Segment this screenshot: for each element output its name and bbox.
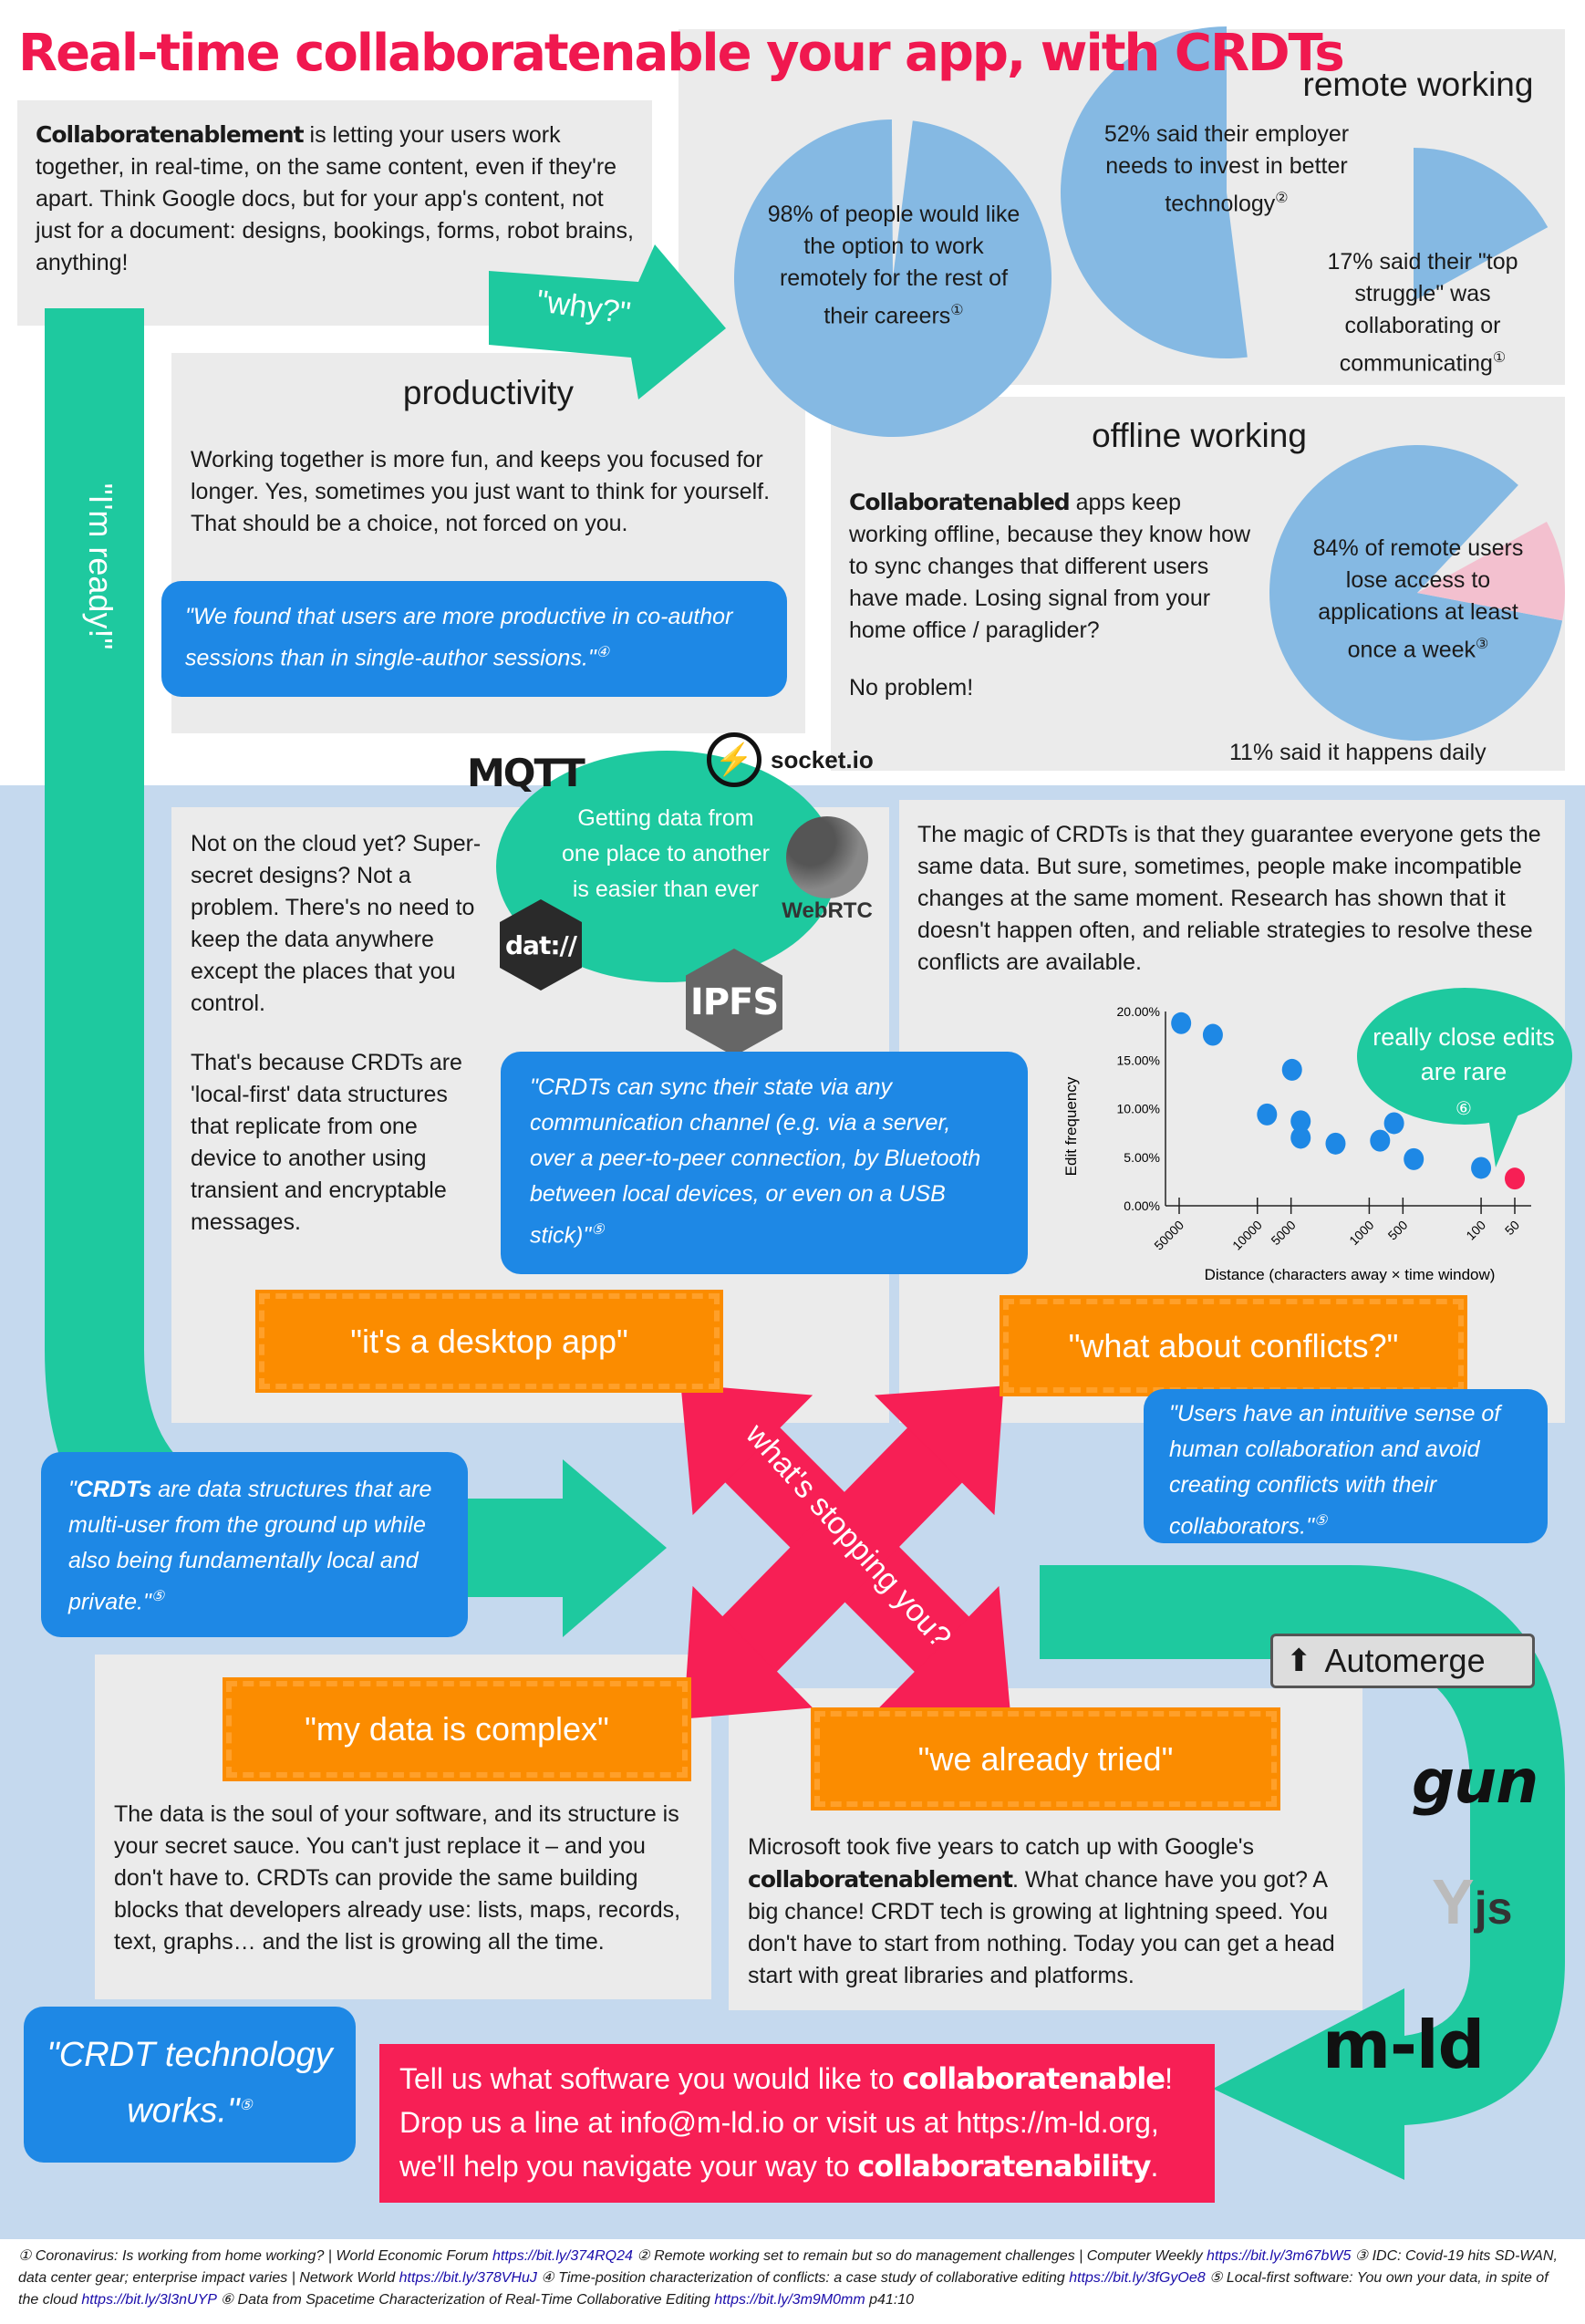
x-tick-label: 5000 [1268, 1218, 1298, 1248]
email-link[interactable]: info@m-ld.io [620, 2106, 784, 2139]
footnote: ④ Time-position characterization of conf… [541, 2270, 1206, 2286]
y-tick-label: 15.00% [1117, 1053, 1160, 1067]
footnote-link[interactable]: https://bit.ly/378VHuJ [399, 2270, 537, 2286]
stat-11: 11% said it happens daily [1229, 740, 1487, 765]
y-tick-label: 0.00% [1124, 1198, 1160, 1213]
footnote-link[interactable]: https://bit.ly/3m67bW5 [1207, 2248, 1351, 2264]
cloud-text-2: That's because CRDTs are 'local-first' d… [191, 1050, 462, 1235]
stat-17: 17% said their "top struggle" was collab… [1327, 249, 1518, 377]
y-tick-label: 20.00% [1117, 1004, 1160, 1019]
y-tick-label: 10.00% [1117, 1102, 1160, 1116]
automerge-icon: ⬆ [1286, 1644, 1312, 1678]
cloud-text-1: Not on the cloud yet? Super-secret desig… [191, 831, 482, 1016]
footnote: ② Remote working set to remain but so do… [637, 2248, 1352, 2264]
x-tick-label: 10000 [1229, 1218, 1265, 1253]
stat-98: 98% of people would like the option to w… [767, 202, 1020, 329]
y-axis-label: Edit frequency [1062, 1076, 1080, 1176]
productivity-heading: productivity [402, 374, 575, 411]
data-point [1325, 1132, 1346, 1155]
gun-logo: gun [1412, 1747, 1538, 1817]
page-title: Real-time collaboratenable your app, wit… [18, 24, 1345, 83]
objection-conflicts: "what about conflicts?" [1000, 1295, 1467, 1396]
x-tick-label: 500 [1385, 1218, 1411, 1243]
data-point [1202, 1023, 1223, 1046]
x-axis-label: Distance (characters away × time window) [1205, 1266, 1496, 1283]
data-point [1281, 1058, 1302, 1081]
intro-text: Collaboratenablement is letting your use… [36, 121, 634, 275]
y-tick-label: 5.00% [1124, 1150, 1160, 1165]
footnote: ① Coronavirus: Is working from home work… [18, 2248, 633, 2264]
stat-84: 84% of remote users lose access to appli… [1312, 535, 1524, 663]
footnote-link[interactable]: https://bit.ly/3m9M0mm [714, 2292, 865, 2308]
footnote-link[interactable]: https://bit.ly/374RQ24 [492, 2248, 633, 2264]
data-point [1290, 1126, 1311, 1149]
productivity-quote: "We found that users are more productive… [161, 581, 787, 697]
x-tick-label: 50 [1502, 1218, 1522, 1238]
bolt-icon: ⚡ [707, 732, 761, 787]
objection-desktop: "it's a desktop app" [255, 1290, 723, 1393]
sync-quote: "CRDTs can sync their state via any comm… [501, 1052, 1028, 1274]
chart-callout-text: really close edits are rare ⑥ [1373, 1023, 1555, 1119]
stat-52: 52% said their employer needs to invest … [1103, 121, 1350, 217]
x-tick-label: 1000 [1346, 1218, 1376, 1248]
footnotes: ① Coronavirus: Is working from home work… [18, 2246, 1569, 2311]
data-point [1257, 1103, 1278, 1126]
works-quote: "CRDT technology works."⑤ [24, 2007, 356, 2163]
footnote: ⑥ Data from Spacetime Characterization o… [220, 2292, 915, 2308]
tried-text: Microsoft took five years to catch up wi… [748, 1834, 1335, 1988]
offline-no-problem: No problem! [849, 675, 974, 700]
data-point [1171, 1012, 1192, 1034]
data-point [1404, 1147, 1424, 1170]
complex-text: The data is the soul of your software, a… [114, 1801, 681, 1955]
transport-text: Getting data from one place to another i… [562, 805, 770, 902]
mld-logo: m-ld [1322, 2007, 1485, 2083]
yjs-logo: Yjs [1432, 1866, 1513, 1937]
offline-text: Collaboratenabled apps keep working offl… [849, 489, 1251, 643]
objection-tried: "we already tried" [811, 1707, 1280, 1810]
magic-text: The magic of CRDTs is that they guarante… [917, 822, 1541, 975]
data-point [1370, 1129, 1391, 1152]
cta-box: Tell us what software you would like to … [379, 2044, 1215, 2203]
website-link[interactable]: https://m-ld.org [957, 2106, 1151, 2139]
productivity-text: Working together is more fun, and keeps … [191, 447, 771, 536]
offline-heading: offline working [1092, 417, 1307, 454]
conflicts-quote: "Users have an intuitive sense of human … [1144, 1389, 1548, 1543]
objection-complex: "my data is complex" [223, 1677, 691, 1781]
remote-heading: remote working [1302, 66, 1534, 103]
y-icon: Y [1432, 1866, 1475, 1937]
footnote-link[interactable]: https://bit.ly/3l3nUYP [81, 2292, 216, 2308]
x-tick-label: 50000 [1151, 1218, 1186, 1253]
automerge-badge[interactable]: ⬆ Automerge [1270, 1634, 1535, 1688]
ready-label: "I'm ready!" [82, 482, 119, 650]
x-tick-label: 100 [1463, 1218, 1488, 1243]
mqtt-logo: MQTT [467, 751, 585, 795]
crdt-quote: "CRDTs are data structures that are mult… [41, 1452, 468, 1637]
webrtc-logo: WebRTC [777, 816, 877, 924]
webrtc-icon [786, 816, 868, 898]
socketio-logo: ⚡ socket.io [707, 732, 874, 787]
footnote-link[interactable]: https://bit.ly/3fGyOe8 [1069, 2270, 1205, 2286]
